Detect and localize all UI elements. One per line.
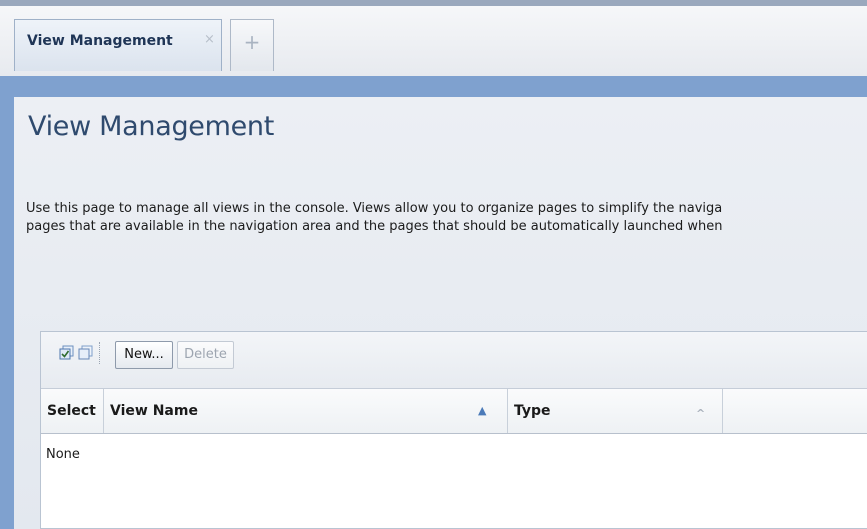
deselect-all-icon[interactable]	[78, 345, 94, 361]
column-header-type[interactable]: Type ^	[508, 389, 723, 433]
toolbar-separator	[99, 342, 100, 364]
header-band	[0, 76, 867, 97]
new-button[interactable]: New...	[115, 341, 173, 369]
content-area: View Management Use this page to manage …	[0, 97, 867, 529]
tab-label: View Management	[27, 33, 173, 49]
views-table-panel: New... Delete Select View Name ▲ Type ^ …	[40, 331, 867, 529]
empty-table-message: None	[46, 447, 80, 462]
close-icon[interactable]: ×	[204, 32, 215, 47]
select-all-icon[interactable]	[59, 345, 75, 361]
page-description: Use this page to manage all views in the…	[26, 200, 867, 236]
delete-button[interactable]: Delete	[177, 341, 234, 369]
table-toolbar: New... Delete	[41, 332, 867, 389]
tab-view-management[interactable]: View Management ×	[14, 19, 222, 71]
plus-icon: +	[243, 30, 261, 54]
sort-indicator-icon: ^	[696, 407, 706, 420]
add-tab-button[interactable]: +	[230, 19, 274, 71]
column-header-select[interactable]: Select	[41, 389, 104, 433]
column-header-view-name[interactable]: View Name ▲	[104, 389, 508, 433]
description-line: Use this page to manage all views in the…	[26, 201, 723, 216]
tab-strip: View Management × +	[0, 0, 867, 76]
page-title: View Management	[28, 111, 275, 142]
table-header: Select View Name ▲ Type ^	[41, 389, 867, 434]
column-label: Type	[514, 403, 551, 419]
sort-ascending-icon: ▲	[478, 404, 487, 417]
description-line: pages that are available in the navigati…	[26, 219, 723, 234]
column-label: View Name	[110, 403, 198, 419]
column-label: Select	[47, 403, 96, 419]
